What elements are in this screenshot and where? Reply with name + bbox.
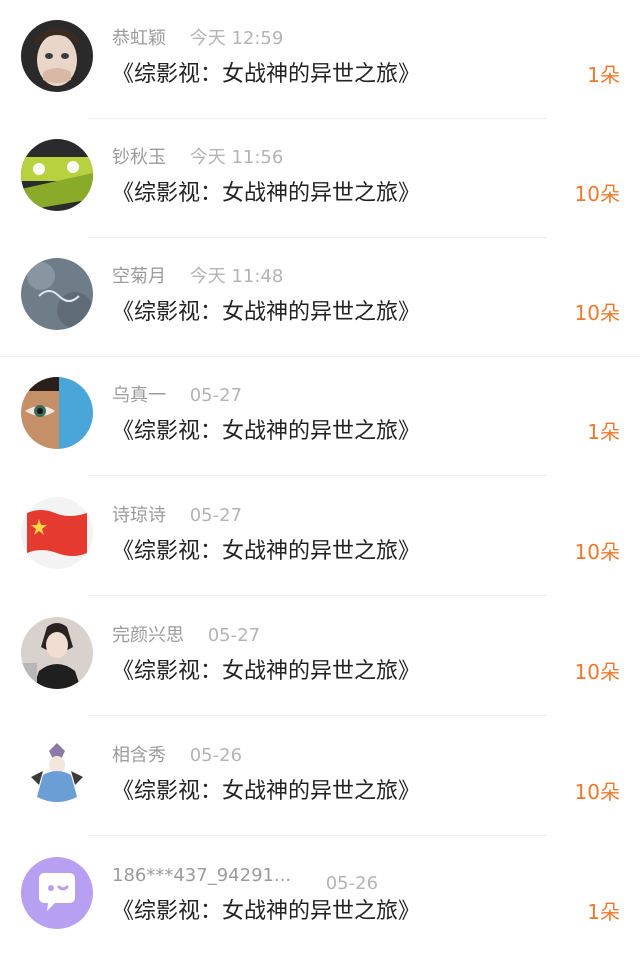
timestamp: 05-27 (189, 385, 243, 406)
book-title[interactable]: 《综影视：女战神的异世之旅》 (112, 177, 420, 211)
book-title[interactable]: 《综影视：女战神的异世之旅》 (112, 655, 420, 689)
avatar-flag-icon (21, 497, 93, 569)
book-title[interactable]: 《综影视：女战神的异世之旅》 (112, 415, 420, 449)
meta-line: 乌真一 05-27 (112, 383, 242, 409)
gift-count: 10朵 (574, 301, 620, 325)
list-item[interactable]: 恭虹颖 今天 12:59 《综影视：女战神的异世之旅》 1朵 (0, 0, 640, 120)
avatar-hello-august-icon (21, 258, 93, 330)
timestamp: 今天 11:48 (189, 266, 284, 287)
user-name: 相含秀 (112, 745, 166, 766)
list-item[interactable]: 完颜兴思 05-27 《综影视：女战神的异世之旅》 10朵 (0, 597, 640, 717)
user-name: 186***437_94291... (112, 865, 292, 886)
list-item[interactable]: 诗琼诗 05-27 《综影视：女战神的异世之旅》 10朵 (0, 477, 640, 597)
user-name: 完颜兴思 (112, 625, 184, 646)
gift-count: 10朵 (574, 182, 620, 206)
meta-line: 完颜兴思 05-27 (112, 623, 260, 649)
timestamp: 05-26 (325, 873, 379, 894)
gift-count: 10朵 (574, 540, 620, 564)
avatar[interactable] (21, 20, 93, 92)
user-name: 钞秋玉 (112, 147, 166, 168)
meta-line: 诗琼诗 05-27 (112, 503, 242, 529)
divider (88, 595, 546, 596)
user-name: 乌真一 (112, 385, 166, 406)
book-title[interactable]: 《综影视：女战神的异世之旅》 (112, 775, 420, 809)
list-item[interactable]: 钞秋玉 今天 11:56 《综影视：女战神的异世之旅》 10朵 (0, 119, 640, 239)
list-item[interactable]: 相含秀 05-26 《综影视：女战神的异世之旅》 10朵 (0, 717, 640, 837)
book-title[interactable]: 《综影视：女战神的异世之旅》 (112, 535, 420, 569)
timestamp: 05-27 (207, 625, 261, 646)
list-item[interactable]: 空菊月 今天 11:48 《综影视：女战神的异世之旅》 10朵 (0, 238, 640, 358)
divider (88, 835, 546, 836)
book-title[interactable]: 《综影视：女战神的异世之旅》 (112, 895, 420, 929)
gift-count: 1朵 (587, 63, 620, 87)
avatar[interactable] (21, 258, 93, 330)
avatar-eye-closeup-icon (21, 377, 93, 449)
user-name: 诗琼诗 (112, 505, 166, 526)
meta-line: 186***437_94291... 05-26 (112, 863, 378, 894)
meta-line: 相含秀 05-26 (112, 743, 242, 769)
avatar-sneakers-icon (21, 139, 93, 211)
timestamp: 05-27 (189, 505, 243, 526)
avatar[interactable] (21, 139, 93, 211)
avatar-child-covering-mouth-icon (21, 20, 93, 92)
user-name: 空菊月 (112, 266, 166, 287)
chat-bubble-icon (21, 857, 93, 929)
avatar[interactable] (21, 617, 93, 689)
divider (88, 715, 546, 716)
list-item[interactable]: 乌真一 05-27 《综影视：女战神的异世之旅》 1朵 (0, 357, 640, 477)
avatar[interactable] (21, 377, 93, 449)
divider (88, 475, 546, 476)
timestamp: 今天 11:56 (189, 147, 284, 168)
gift-record-list: 恭虹颖 今天 12:59 《综影视：女战神的异世之旅》 1朵 钞秋玉 今天 11… (0, 0, 640, 958)
avatar[interactable] (21, 857, 93, 929)
meta-line: 恭虹颖 今天 12:59 (112, 26, 283, 52)
user-name: 恭虹颖 (112, 28, 166, 49)
timestamp: 今天 12:59 (189, 28, 284, 49)
list-item[interactable]: 186***437_94291... 05-26 《综影视：女战神的异世之旅》 … (0, 837, 640, 957)
avatar[interactable] (21, 737, 93, 809)
meta-line: 钞秋玉 今天 11:56 (112, 145, 283, 171)
gift-count: 1朵 (587, 900, 620, 924)
timestamp: 05-26 (189, 745, 243, 766)
gift-count: 10朵 (574, 780, 620, 804)
meta-line: 空菊月 今天 11:48 (112, 264, 283, 290)
book-title[interactable]: 《综影视：女战神的异世之旅》 (112, 296, 420, 330)
book-title[interactable]: 《综影视：女战神的异世之旅》 (112, 58, 420, 92)
avatar-anime-character-icon (21, 737, 93, 809)
gift-count: 1朵 (587, 420, 620, 444)
gift-count: 10朵 (574, 660, 620, 684)
avatar-girl-portrait-icon (21, 617, 93, 689)
avatar[interactable] (21, 497, 93, 569)
